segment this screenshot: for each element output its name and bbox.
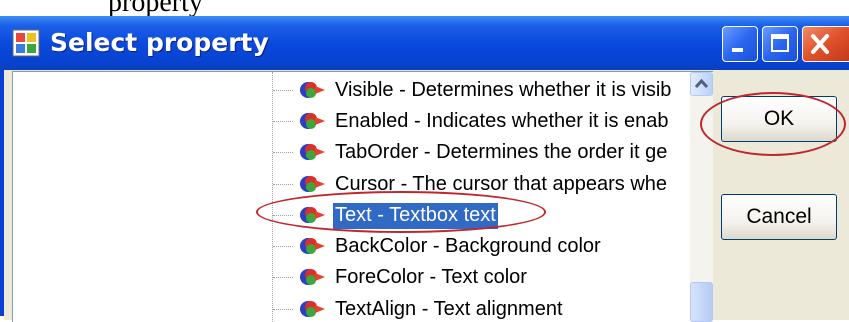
close-icon — [811, 34, 829, 54]
minimize-button[interactable] — [722, 26, 758, 62]
scroll-up-button[interactable] — [690, 72, 713, 96]
tree-item[interactable]: TextAlign - Text alignment — [273, 293, 713, 322]
tree-item-label: Enabled - Indicates whether it is enab — [335, 110, 669, 132]
tree-item[interactable]: ForeColor - Text color — [273, 261, 713, 293]
tree-item-label: Visible - Determines whether it is visib — [335, 79, 672, 101]
tree-item-label: BackColor - Background color — [335, 235, 601, 257]
property-icon — [300, 113, 325, 129]
property-icon — [300, 82, 325, 98]
window-app-icon — [12, 29, 40, 57]
close-button[interactable] — [802, 26, 849, 62]
window-title: Select property — [50, 28, 269, 57]
tree-item-label: TabOrder - Determines the order it ge — [335, 141, 668, 163]
property-icon — [300, 301, 325, 317]
cancel-button[interactable]: Cancel — [721, 194, 837, 240]
property-icon — [300, 176, 325, 192]
tree-connector-line — [273, 246, 293, 247]
tree-connector-line — [273, 121, 293, 122]
minimize-icon — [732, 48, 743, 52]
text-highlight-ellipse — [256, 191, 546, 233]
tree-item[interactable]: Enabled - Indicates whether it is enab — [273, 105, 713, 137]
tree-item-label: TextAlign - Text alignment — [335, 298, 563, 320]
ok-highlight-ellipse — [700, 92, 846, 156]
tree-connector-line — [273, 90, 293, 91]
property-icon — [300, 144, 325, 160]
tree-item[interactable]: BackColor - Background color — [273, 230, 713, 262]
tree-connector-line — [273, 309, 293, 310]
maximize-button[interactable] — [762, 26, 798, 62]
title-bar[interactable]: Select property — [0, 16, 849, 70]
tree-connector-line — [273, 184, 293, 185]
tree-item[interactable]: TabOrder - Determines the order it ge — [273, 136, 713, 168]
tree-connector-line — [273, 152, 293, 153]
scroll-thumb[interactable] — [690, 282, 713, 322]
tree-item-label: ForeColor - Text color — [335, 266, 527, 288]
maximize-icon — [771, 34, 789, 52]
tree-item[interactable]: Visible - Determines whether it is visib — [273, 74, 713, 106]
select-property-window: Select property Visible - Determines whe… — [0, 16, 849, 322]
property-icon — [300, 238, 325, 254]
chevron-up-icon — [694, 78, 709, 89]
tree-connector-line — [273, 277, 293, 278]
property-icon — [300, 269, 325, 285]
